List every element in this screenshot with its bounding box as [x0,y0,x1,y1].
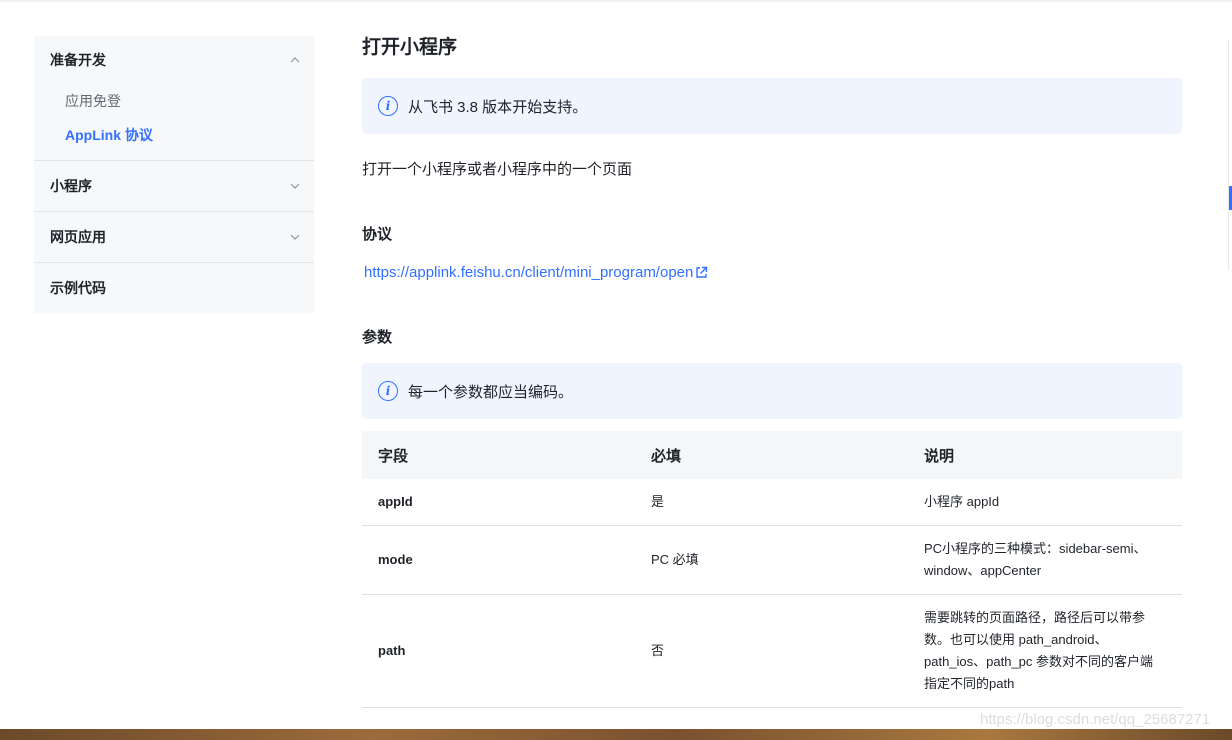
protocol-heading: 协议 [362,226,393,243]
sidebar-group-miniprogram-header[interactable]: 小程序 [34,161,314,211]
desc-cell: PC小程序的三种模式：sidebar-semi、window、appCenter [908,525,1182,595]
desc-cell: 需要跳转的页面路径，路径后可以带参数。也可以使用 path_android、pa… [908,594,1182,708]
bottom-image-strip [0,729,1232,740]
watermark: https://blog.csdn.net/qq_25687271 [980,711,1211,728]
required-cell: PC 必填 [635,525,908,595]
desc-cell: 小程序 appId [908,479,1182,526]
sidebar-item-login[interactable]: 应用免登 [34,84,314,118]
sidebar-group-label: 网页应用 [50,229,106,245]
sidebar-group-samples-header[interactable]: 示例代码 [34,263,314,313]
sidebar-sublist: 应用免登 AppLink 协议 [34,84,314,160]
sidebar-group-prepare-header[interactable]: 准备开发 [34,36,314,84]
column-header: 字段 [378,447,409,465]
params-note-text: 每一个参数都应当编码。 [408,383,574,401]
params-heading: 参数 [362,329,393,346]
scroll-track [1228,40,1229,270]
required-cell: 是 [635,479,908,526]
description-text: 打开一个小程序或者小程序中的一个页面 [362,161,633,178]
external-link-icon [695,266,708,279]
field-cell: mode [362,525,635,595]
sidebar-group-miniprogram: 小程序 [34,161,314,212]
page-title: 打开小程序 [362,37,458,58]
column-header: 必填 [651,447,682,465]
info-icon: i [378,381,398,401]
params-note: i 每一个参数都应当编码。 [362,363,1182,419]
field-cell: path [362,594,635,708]
table-row: mode PC 必填 PC小程序的三种模式：sidebar-semi、windo… [362,525,1182,595]
sidebar-group-prepare: 准备开发 应用免登 AppLink 协议 [34,36,314,161]
sidebar-group-webapp: 网页应用 [34,212,314,263]
column-header: 说明 [924,447,955,465]
sidebar-group-label: 示例代码 [50,280,106,296]
sidebar-group-webapp-header[interactable]: 网页应用 [34,212,314,262]
protocol-link-row: https://applink.feishu.cn/client/mini_pr… [362,264,1182,282]
version-note: i 从飞书 3.8 版本开始支持。 [362,78,1182,134]
protocol-link-text: https://applink.feishu.cn/client/mini_pr… [364,264,694,281]
info-icon: i [378,96,398,116]
sidebar-nav: 准备开发 应用免登 AppLink 协议 小程序 网页应用 示例代码 [34,36,314,313]
top-shadow [0,0,1232,3]
chevron-down-icon [290,232,300,242]
required-cell: 否 [635,594,908,708]
sidebar-group-samples: 示例代码 [34,263,314,313]
sidebar-group-label: 小程序 [50,178,92,194]
protocol-link[interactable]: https://applink.feishu.cn/client/mini_pr… [364,264,708,281]
chevron-down-icon [290,181,300,191]
main-content: 打开小程序 i 从飞书 3.8 版本开始支持。 打开一个小程序或者小程序中的一个… [362,30,1182,708]
field-cell: appId [362,479,635,526]
sidebar-item-applink[interactable]: AppLink 协议 [34,118,314,152]
sidebar-group-label: 准备开发 [50,52,106,68]
chevron-up-icon [290,55,300,65]
table-row: path 否 需要跳转的页面路径，路径后可以带参数。也可以使用 path_and… [362,594,1182,708]
table-header-row: 字段 必填 说明 [362,431,1182,479]
params-table: 字段 必填 说明 appId 是 小程序 appId mode PC 必填 PC… [362,431,1182,708]
version-note-text: 从飞书 3.8 版本开始支持。 [408,98,588,116]
table-row: appId 是 小程序 appId [362,479,1182,526]
